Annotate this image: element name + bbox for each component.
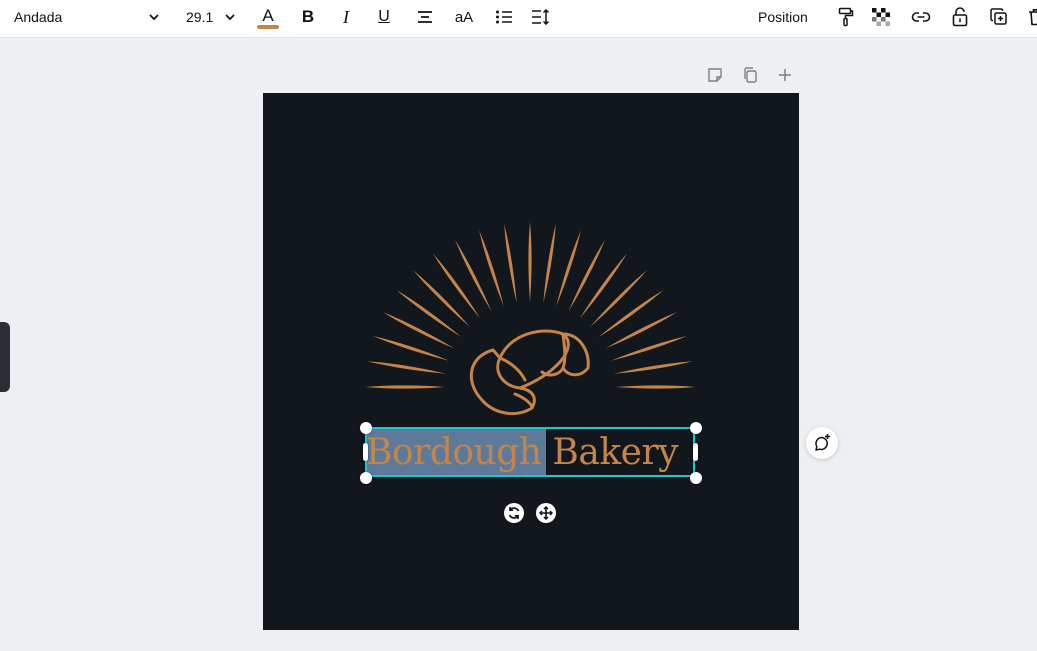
duplicate-icon[interactable] [989, 0, 1009, 34]
side-panel-handle[interactable] [0, 322, 10, 392]
list-icon[interactable] [493, 0, 515, 34]
resize-handle-bottom-right[interactable] [690, 472, 702, 484]
letter-case-label: aA [454, 8, 474, 26]
italic-label: I [343, 6, 349, 27]
sunburst-ray [396, 290, 462, 338]
underline-button[interactable]: U [374, 0, 394, 34]
bold-label: B [301, 7, 315, 26]
resize-handle-top-right[interactable] [690, 422, 702, 434]
sunburst-rays [365, 222, 695, 389]
sunburst-ray [504, 224, 517, 304]
font-family-dropdown[interactable]: Andada [14, 0, 62, 34]
sunburst-ray [579, 253, 627, 319]
underline-label: U [378, 8, 390, 25]
bold-button[interactable]: B [298, 0, 318, 34]
align-center-icon[interactable] [414, 0, 436, 34]
sunburst-ray [613, 361, 693, 374]
line-spacing-icon[interactable] [529, 0, 553, 34]
copy-page-icon[interactable] [741, 66, 759, 84]
font-size-input[interactable]: 29.1 [186, 0, 213, 34]
add-page-icon[interactable] [776, 66, 794, 84]
sunburst-ray [413, 270, 470, 327]
croissant-icon [469, 329, 590, 416]
position-button[interactable]: Position [758, 0, 808, 34]
chevron-down-icon[interactable] [146, 0, 162, 34]
trash-icon[interactable] [1026, 0, 1037, 34]
italic-button[interactable]: I [336, 0, 356, 34]
lock-icon[interactable] [950, 0, 970, 34]
sunburst-ray [528, 222, 532, 302]
resize-handle-top-left[interactable] [360, 422, 372, 434]
resize-handle-bottom-left[interactable] [360, 472, 372, 484]
resize-handle-right[interactable] [693, 443, 698, 461]
add-comment-icon[interactable] [806, 427, 838, 459]
sunburst-ray [590, 270, 647, 327]
sunburst-ray [543, 224, 556, 304]
sunburst-ray [433, 253, 481, 319]
chevron-down-icon[interactable] [222, 0, 238, 34]
font-family-label: Andada [14, 9, 63, 25]
rotate-icon[interactable] [504, 503, 524, 523]
croissant-sunburst-logo[interactable] [360, 222, 700, 422]
position-label: Position [758, 9, 808, 25]
transparency-icon[interactable] [871, 0, 891, 34]
text-color-swatch [257, 25, 279, 29]
link-icon[interactable] [910, 0, 932, 34]
resize-handle-left[interactable] [363, 443, 368, 461]
text-color-letter: A [262, 6, 274, 25]
letter-case-button[interactable]: aA [452, 0, 476, 34]
move-icon[interactable] [536, 503, 556, 523]
sunburst-ray [367, 361, 447, 374]
sunburst-ray [615, 385, 695, 389]
font-size-value: 29.1 [186, 9, 214, 25]
sunburst-ray [598, 290, 664, 338]
sunburst-ray [365, 385, 445, 389]
text-toolbar: Andada 29.1 A B I U aA Position [0, 0, 1037, 38]
note-icon[interactable] [706, 66, 724, 84]
paint-roller-icon[interactable] [836, 0, 856, 34]
text-color-button[interactable]: A [256, 0, 280, 34]
selection-box [365, 427, 695, 477]
